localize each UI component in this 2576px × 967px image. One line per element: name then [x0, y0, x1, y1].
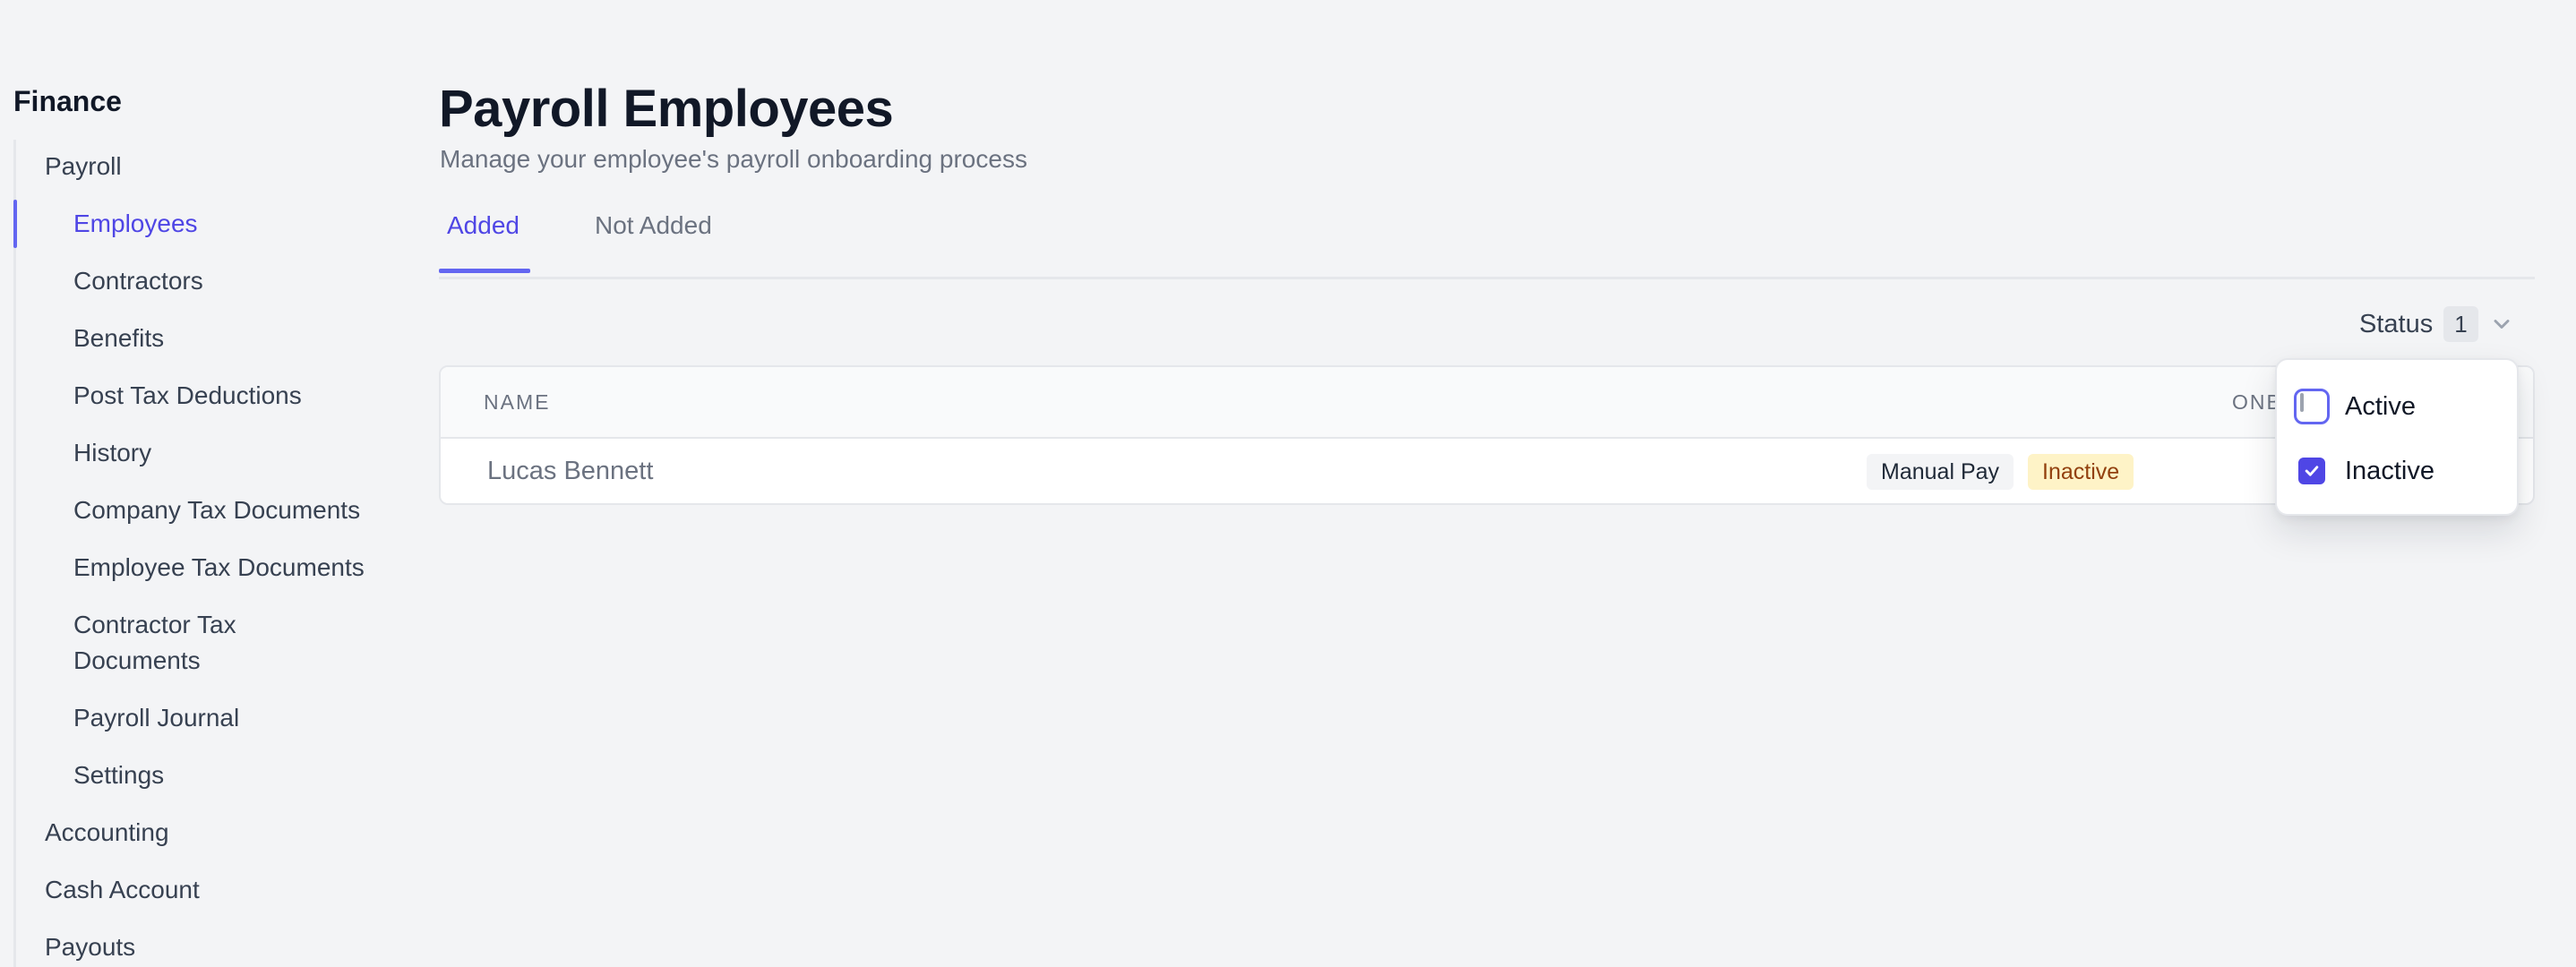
- filter-option-label: Inactive: [2345, 456, 2434, 485]
- employee-name: Lucas Bennett: [487, 457, 654, 485]
- page-subtitle: Manage your employee's payroll onboardin…: [440, 145, 1027, 173]
- employees-table: NAME ONB Lucas Bennett Manual Pay Inacti…: [439, 365, 2535, 505]
- sidebar-item-cash-account[interactable]: Cash Account: [45, 872, 200, 908]
- sidebar: Finance Payroll Employees Contractors Be…: [0, 0, 412, 967]
- sidebar-item-company-tax-documents[interactable]: Company Tax Documents: [73, 492, 360, 528]
- sidebar-item-contractor-tax-documents-line2[interactable]: Documents: [73, 643, 201, 679]
- active-nav-indicator: [13, 200, 17, 248]
- sidebar-item-benefits[interactable]: Benefits: [73, 321, 164, 356]
- sidebar-item-payouts[interactable]: Payouts: [45, 929, 135, 965]
- check-icon: [2305, 466, 2319, 476]
- sidebar-item-employees[interactable]: Employees: [73, 206, 198, 242]
- chevron-down-icon: [2489, 312, 2514, 337]
- table-header: NAME ONB: [441, 367, 2533, 439]
- active-checkbox[interactable]: [2294, 389, 2330, 424]
- sidebar-item-payroll[interactable]: Payroll: [45, 149, 122, 184]
- filter-option-label: Active: [2345, 391, 2416, 421]
- manual-pay-badge: Manual Pay: [1867, 454, 2014, 490]
- table-row[interactable]: Lucas Bennett Manual Pay Inactive: [441, 441, 2533, 503]
- tab-not-added[interactable]: Not Added: [595, 206, 712, 274]
- column-header-name: NAME: [484, 390, 551, 414]
- tabs-divider: [439, 277, 2535, 279]
- sidebar-item-accounting[interactable]: Accounting: [45, 815, 169, 851]
- sidebar-item-contractors[interactable]: Contractors: [73, 263, 203, 299]
- status-filter-label: Status: [2359, 309, 2434, 338]
- status-filter-button[interactable]: Status 1: [2359, 304, 2514, 344]
- tabs: Added Not Added: [439, 206, 2535, 278]
- sidebar-item-employee-tax-documents[interactable]: Employee Tax Documents: [73, 550, 365, 586]
- sidebar-title: Finance: [13, 85, 122, 117]
- active-tab-underline: [439, 269, 530, 273]
- filter-option-active[interactable]: Active: [2294, 385, 2416, 428]
- status-filter-dropdown: Active Inactive: [2275, 358, 2519, 516]
- page-title: Payroll Employees: [439, 80, 894, 138]
- nav-rail: [13, 140, 16, 967]
- sidebar-item-post-tax-deductions[interactable]: Post Tax Deductions: [73, 378, 302, 414]
- sidebar-item-history[interactable]: History: [73, 435, 151, 471]
- tab-added[interactable]: Added: [447, 206, 519, 274]
- sidebar-item-payroll-journal[interactable]: Payroll Journal: [73, 700, 239, 736]
- status-badge: Inactive: [2028, 454, 2134, 490]
- filter-option-inactive[interactable]: Inactive: [2298, 449, 2434, 492]
- sidebar-item-settings[interactable]: Settings: [73, 757, 164, 793]
- inactive-checkbox[interactable]: [2298, 458, 2325, 484]
- app-root: Finance Payroll Employees Contractors Be…: [0, 0, 2576, 967]
- sidebar-item-contractor-tax-documents[interactable]: Contractor Tax: [73, 607, 236, 643]
- status-filter-count: 1: [2443, 306, 2478, 342]
